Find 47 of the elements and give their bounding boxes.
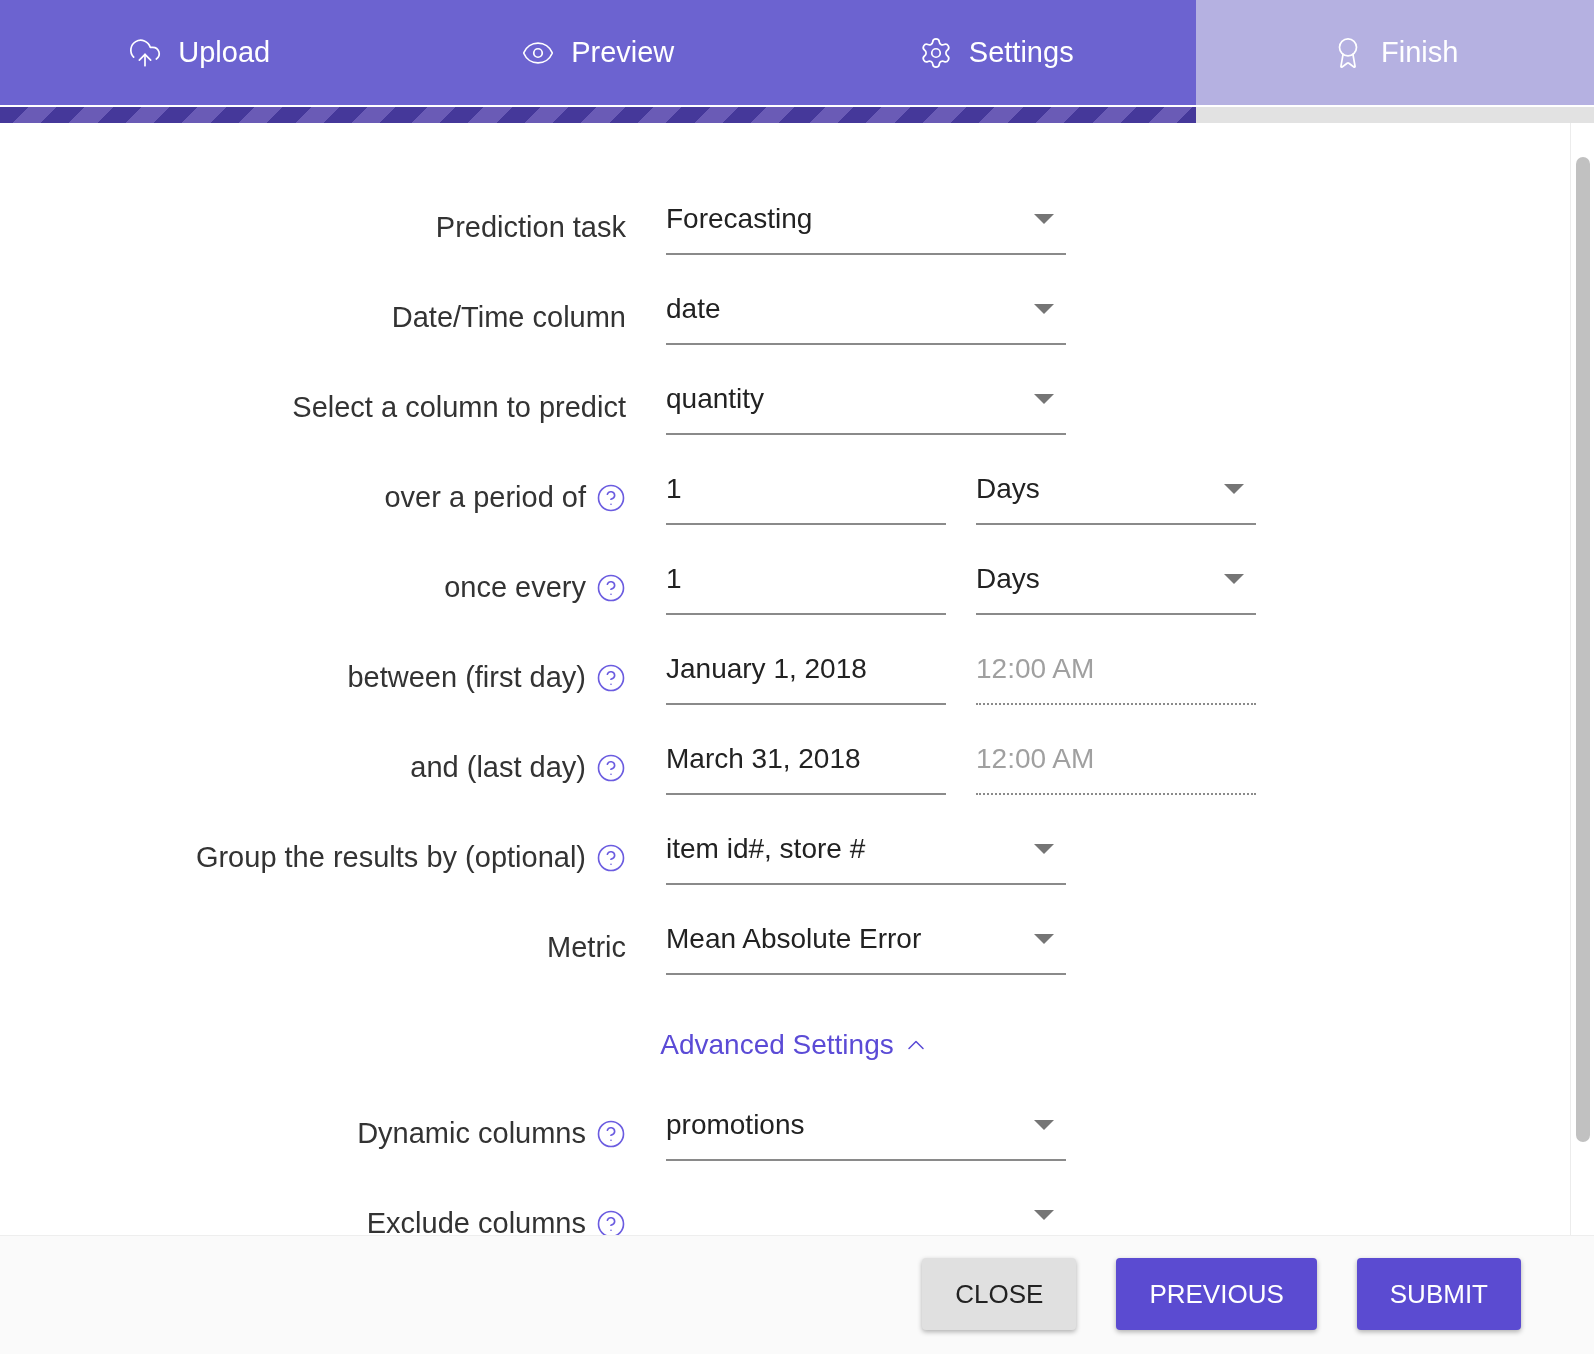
dropdown-caret-icon: [1034, 394, 1054, 404]
footer-button[interactable]: PREVIOUS: [1116, 1258, 1317, 1330]
help-icon[interactable]: [596, 1209, 626, 1235]
dropdown-caret-icon: [1224, 574, 1244, 584]
help-icon[interactable]: [596, 753, 626, 783]
field-label: Select a column to predict: [292, 390, 626, 426]
field-label: Prediction task: [435, 210, 626, 246]
footer-button[interactable]: CLOSE: [922, 1258, 1077, 1330]
unit-dropdown-field[interactable]: Days: [976, 463, 1256, 525]
dropdown-field[interactable]: date: [666, 283, 1066, 345]
number-input-field[interactable]: 1: [666, 463, 946, 525]
help-icon[interactable]: [596, 573, 626, 603]
field-label: Exclude columns: [366, 1206, 586, 1235]
field-label: Date/Time column: [391, 300, 626, 336]
dropdown-caret-icon: [1224, 484, 1244, 494]
field-label: Dynamic columns: [357, 1116, 586, 1152]
field-label: over a period of: [384, 480, 586, 516]
scrollbar-thumb[interactable]: [1575, 157, 1590, 1142]
step-tab[interactable]: Preview: [398, 0, 797, 105]
field-label: once every: [444, 570, 586, 606]
unit-dropdown-field[interactable]: Days: [976, 553, 1256, 615]
number-input-field[interactable]: 1: [666, 553, 946, 615]
field-label: Group the results by (optional): [195, 840, 586, 876]
date-input-field[interactable]: March 31, 2018: [666, 733, 946, 795]
dropdown-field[interactable]: Mean Absolute Error: [666, 913, 1066, 975]
dropdown-caret-icon: [1034, 214, 1054, 224]
dropdown-field[interactable]: promotions: [666, 1099, 1066, 1161]
step-tab[interactable]: Settings: [797, 0, 1196, 105]
field-label: between (first day): [347, 660, 586, 696]
field-label: and (last day): [410, 750, 586, 786]
dropdown-field[interactable]: Forecasting: [666, 193, 1066, 255]
field-label: Metric: [547, 930, 626, 966]
date-input-field[interactable]: January 1, 2018: [666, 643, 946, 705]
dropdown-caret-icon: [1034, 1120, 1054, 1130]
dropdown-caret-icon: [1034, 304, 1054, 314]
step-tab[interactable]: Upload: [0, 0, 399, 105]
dropdown-field[interactable]: item id#, store #: [666, 823, 1066, 885]
help-icon[interactable]: [596, 483, 626, 513]
dropdown-caret-icon: [1034, 844, 1054, 854]
advanced-settings-toggle[interactable]: Advanced Settings: [660, 1015, 930, 1075]
dropdown-caret-icon: [1034, 1210, 1054, 1220]
help-icon[interactable]: [596, 663, 626, 693]
dropdown-field[interactable]: quantity: [666, 373, 1066, 435]
help-icon[interactable]: [596, 843, 626, 873]
help-icon[interactable]: [596, 1119, 626, 1149]
dropdown-caret-icon: [1034, 934, 1054, 944]
footer-button[interactable]: SUBMIT: [1356, 1258, 1521, 1330]
